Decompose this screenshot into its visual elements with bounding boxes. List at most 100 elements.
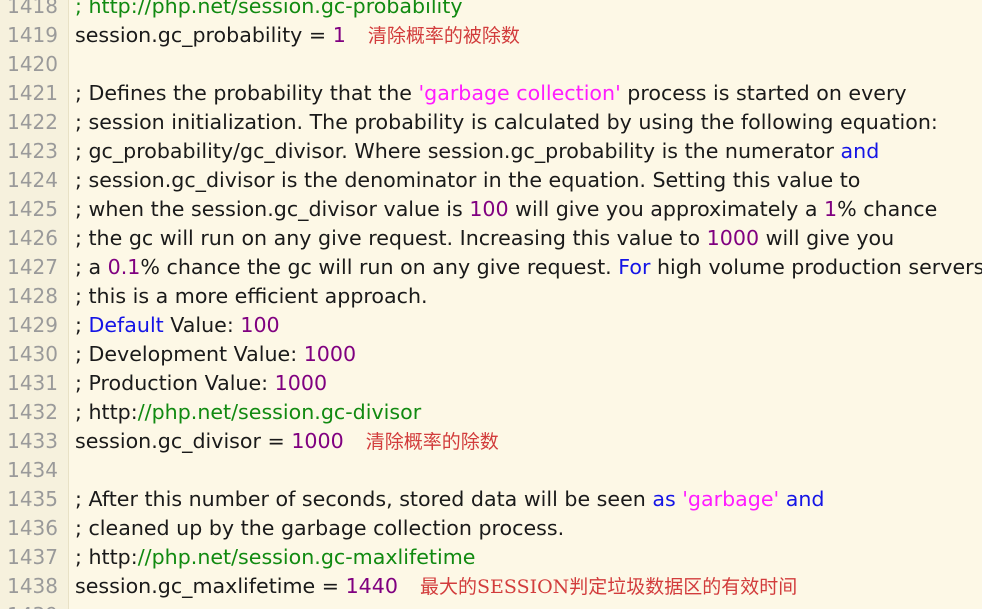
- line-number: 1419: [7, 23, 58, 47]
- code-line[interactable]: 1433 session.gc_divisor = 1000 清除概率的除数: [0, 426, 982, 455]
- code-token: ; this is a more efficient approach.: [75, 284, 428, 308]
- line-code: ; http://php.net/session.gc-probability: [75, 0, 463, 18]
- line-code: session.gc_divisor = 1000 清除概率的除数: [75, 429, 499, 454]
- code-token: ; a: [75, 255, 108, 279]
- code-token: ; session initialization. The probabilit…: [75, 110, 938, 134]
- code-token: will give you: [759, 226, 895, 250]
- code-token: 'garbage collection': [418, 81, 621, 105]
- line-code: ; After this number of seconds, stored d…: [75, 487, 824, 511]
- code-line[interactable]: 1424 ; session.gc_divisor is the denomina…: [0, 165, 982, 194]
- line-number: 1430: [7, 342, 58, 366]
- line-code: ; cleaned up by the garbage collection p…: [75, 516, 564, 540]
- line-number: 1428: [7, 284, 58, 308]
- code-line[interactable]: 1425 ; when the session.gc_divisor value …: [0, 194, 982, 223]
- code-line[interactable]: 1419 session.gc_probability = 1 清除概率的被除数: [0, 20, 982, 49]
- code-token: Default: [88, 313, 164, 337]
- line-code: ; http://php.net/session.gc-maxlifetime: [75, 545, 475, 569]
- line-number: 1423: [7, 139, 58, 163]
- code-token: and: [785, 487, 825, 511]
- chinese-annotation: 最大的SESSION判定垃圾数据区的有效时间: [420, 576, 798, 598]
- code-line[interactable]: 1423 ; gc_probability/gc_divisor. Where s…: [0, 136, 982, 165]
- code-line[interactable]: 1422 ; session initialization. The probab…: [0, 107, 982, 136]
- line-number: 1427: [7, 255, 58, 279]
- code-line[interactable]: 1430 ; Development Value: 1000: [0, 339, 982, 368]
- code-token: ;: [75, 313, 89, 337]
- code-token: ; http://php.net/session.gc-probability: [75, 0, 463, 18]
- code-token: ; Production Value:: [75, 371, 275, 395]
- code-token: For: [618, 255, 651, 279]
- line-code: ; the gc will run on any give request. I…: [75, 226, 894, 250]
- line-number: 1429: [7, 313, 58, 337]
- code-token: 1440: [345, 574, 398, 598]
- code-token: 1000: [274, 371, 328, 395]
- code-line[interactable]: 1434: [0, 455, 982, 484]
- line-number: 1432: [7, 400, 58, 424]
- code-token: and: [840, 139, 880, 163]
- line-number: 1424: [7, 168, 58, 192]
- code-line[interactable]: 1436 ; cleaned up by the garbage collecti…: [0, 513, 982, 542]
- code-token: ; Defines the probability that the: [75, 81, 419, 105]
- code-token: 0.1: [107, 255, 141, 279]
- line-number: 1418: [7, 0, 58, 18]
- code-token: ; session.gc_divisor is the denominator …: [75, 168, 861, 192]
- line-code: ; Development Value: 1000: [75, 342, 356, 366]
- code-token: ; gc_probability/gc_divisor. Where sessi…: [75, 139, 841, 163]
- code-token: % chance: [837, 197, 938, 221]
- line-number: 1437: [7, 545, 58, 569]
- line-code: ; a 0.1% chance the gc will run on any g…: [75, 255, 982, 279]
- line-number: 1434: [7, 458, 58, 482]
- code-token: ; the gc will run on any give request. I…: [75, 226, 707, 250]
- code-editor[interactable]: 1418 ; http://php.net/session.gc-probabil…: [0, 0, 982, 609]
- line-number: 1431: [7, 371, 58, 395]
- code-line[interactable]: 1435 ; After this number of seconds, stor…: [0, 484, 982, 513]
- code-token: session.gc_maxlifetime =: [75, 574, 346, 598]
- code-token: session.gc_divisor =: [75, 429, 292, 453]
- line-code: ; session initialization. The probabilit…: [75, 110, 938, 134]
- code-line[interactable]: 1437 ; http://php.net/session.gc-maxlifet…: [0, 542, 982, 571]
- line-number: 1421: [7, 81, 58, 105]
- chinese-annotation: 清除概率的被除数: [367, 25, 520, 47]
- code-line[interactable]: 1429; Default Value: 100: [0, 310, 982, 339]
- code-token: % chance the gc will run on any give req…: [140, 255, 619, 279]
- code-token: session.gc_probability =: [75, 23, 333, 47]
- code-token: 1: [824, 197, 838, 221]
- line-number: 1436: [7, 516, 58, 540]
- line-number: 1438: [7, 574, 58, 598]
- code-token: high volume production servers,: [650, 255, 982, 279]
- line-code: ; Production Value: 1000: [75, 371, 327, 395]
- code-token: //php.net/session.gc-maxlifetime: [137, 545, 476, 569]
- line-code: ; http://php.net/session.gc-divisor: [75, 400, 421, 424]
- code-lines[interactable]: 1418 ; http://php.net/session.gc-probabil…: [0, 0, 982, 609]
- line-code: ; when the session.gc_divisor value is 1…: [75, 197, 937, 221]
- code-line[interactable]: 1431 ; Production Value: 1000: [0, 368, 982, 397]
- code-token: 100: [469, 197, 509, 221]
- code-line[interactable]: 1418 ; http://php.net/session.gc-probabil…: [0, 0, 982, 20]
- code-token: 100: [240, 313, 280, 337]
- code-token: 1000: [303, 342, 357, 366]
- code-line[interactable]: 1439: [0, 600, 982, 609]
- code-token: ; After this number of seconds, stored d…: [75, 487, 653, 511]
- code-token: ; when the session.gc_divisor value is: [75, 197, 470, 221]
- code-line[interactable]: 1421 ; Defines the probability that the '…: [0, 78, 982, 107]
- line-number: 1439: [0, 603, 58, 609]
- code-line[interactable]: 1420: [0, 49, 982, 78]
- code-token: 'garbage': [682, 487, 780, 511]
- code-token: //php.net/session.gc-divisor: [137, 400, 422, 424]
- code-token: ; http:: [75, 400, 138, 424]
- line-number: 1425: [7, 197, 58, 221]
- code-line[interactable]: 1432 ; http://php.net/session.gc-divisor: [0, 397, 982, 426]
- code-token: ; http:: [75, 545, 138, 569]
- code-line[interactable]: 1428 ; this is a more efficient approach.: [0, 281, 982, 310]
- code-token: 1000: [706, 226, 760, 250]
- line-number: 1433: [7, 429, 58, 453]
- code-line[interactable]: 1438 session.gc_maxlifetime = 1440 最大的SESS…: [0, 571, 982, 600]
- line-code: ; this is a more efficient approach.: [75, 284, 428, 308]
- line-number: 1422: [7, 110, 58, 134]
- code-token: process is started on every: [620, 81, 907, 105]
- code-line[interactable]: 1427 ; a 0.1% chance the gc will run on a…: [0, 252, 982, 281]
- code-token: 1: [332, 23, 346, 47]
- code-token: Value:: [163, 313, 241, 337]
- code-line[interactable]: 1426 ; the gc will run on any give reques…: [0, 223, 982, 252]
- line-code: session.gc_probability = 1 清除概率的被除数: [75, 23, 520, 48]
- code-token: as: [652, 487, 676, 511]
